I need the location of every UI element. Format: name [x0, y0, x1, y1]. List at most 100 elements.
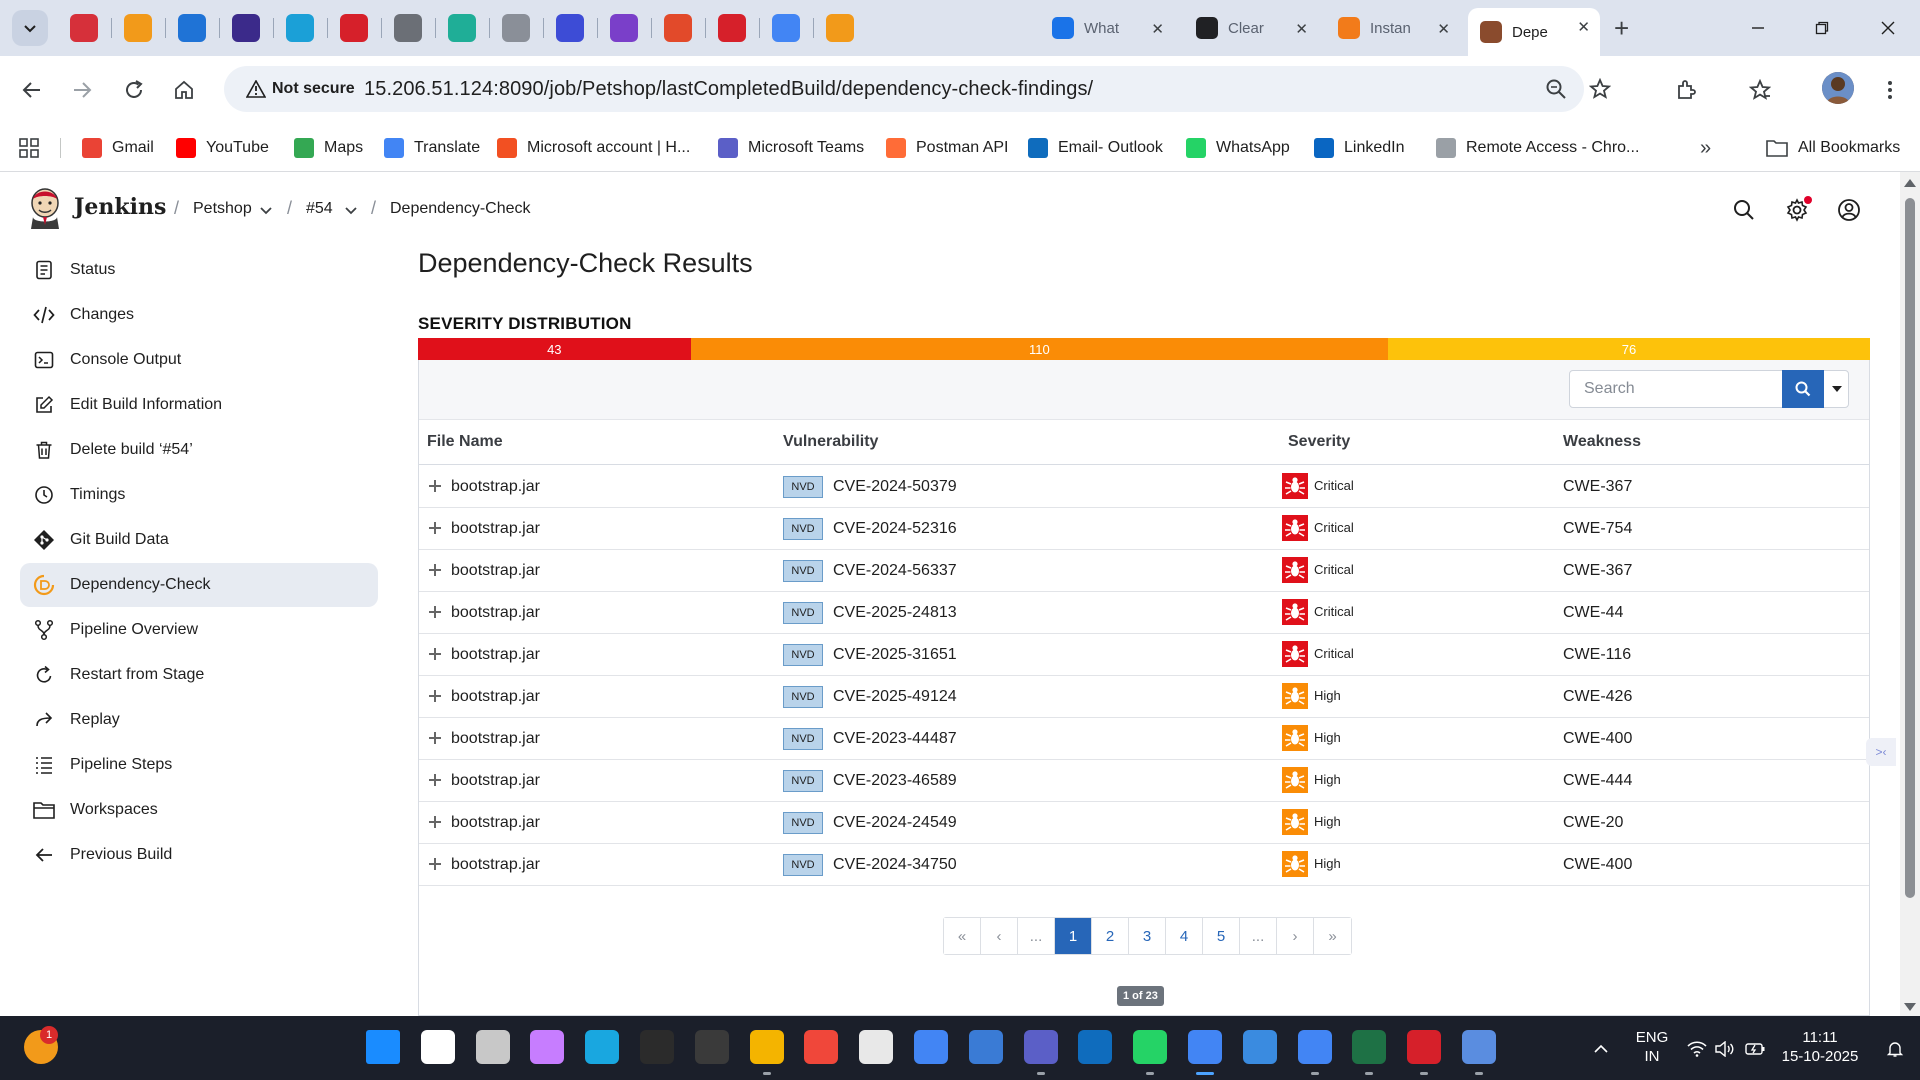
bookmark-item[interactable]: Maps — [294, 134, 363, 162]
weakness-cell[interactable]: CWE-20 — [1563, 814, 1623, 832]
pinned-tab[interactable] — [448, 14, 476, 42]
side-panel-handle-icon[interactable]: >‹ — [1866, 738, 1896, 766]
cve-link[interactable]: CVE-2023-46589 — [833, 772, 957, 790]
taskbar-app-icon[interactable] — [1352, 1030, 1387, 1064]
all-bookmarks-button[interactable]: All Bookmarks — [1766, 134, 1900, 162]
cve-link[interactable]: CVE-2025-24813 — [833, 604, 957, 622]
bookmark-item[interactable]: WhatsApp — [1186, 134, 1290, 162]
browser-tab[interactable]: What ✕ — [1040, 10, 1174, 46]
sidebar-item-workspaces[interactable]: Workspaces — [20, 788, 378, 832]
pinned-tab[interactable] — [340, 14, 368, 42]
search-icon[interactable] — [1730, 196, 1758, 224]
sidebar-item-pipeline-steps[interactable]: Pipeline Steps — [20, 743, 378, 787]
taskbar-app-icon[interactable] — [804, 1030, 839, 1064]
pinned-tab[interactable] — [124, 14, 152, 42]
table-row[interactable]: bootstrap.jar NVD CVE-2025-24813 Critical CW… — [419, 592, 1869, 634]
scrollbar-thumb[interactable] — [1905, 198, 1915, 898]
restore-button[interactable] — [1808, 14, 1836, 42]
page-button-1[interactable]: 1 — [1055, 918, 1092, 954]
sidebar-item-dependency-check[interactable]: Dependency-Check — [20, 563, 378, 607]
site-info-chip[interactable]: Not secure — [236, 73, 365, 105]
address-bar[interactable]: Not secure 15.206.51.124:8090/job/Petsho… — [224, 66, 1611, 112]
page-button-4[interactable]: 4 — [1166, 918, 1203, 954]
user-icon[interactable] — [1835, 196, 1863, 224]
close-tab-icon[interactable]: ✕ — [1437, 20, 1450, 38]
search-options-dropdown[interactable] — [1824, 371, 1849, 407]
pinned-tab[interactable] — [286, 14, 314, 42]
table-row[interactable]: bootstrap.jar NVD CVE-2025-49124 High CWE-42… — [419, 676, 1869, 718]
cve-link[interactable]: CVE-2025-31651 — [833, 646, 957, 664]
scroll-down-icon[interactable] — [1904, 1002, 1916, 1012]
sidebar-item-edit-build-information[interactable]: Edit Build Information — [20, 383, 378, 427]
bookmark-item[interactable]: Gmail — [82, 134, 154, 162]
page-nav-button[interactable]: « — [944, 918, 981, 954]
pinned-tab[interactable] — [610, 14, 638, 42]
taskbar-app-icon[interactable] — [1462, 1030, 1496, 1064]
pinned-tab[interactable] — [70, 14, 98, 42]
clock[interactable]: 11:11 15-10-2025 — [1780, 1028, 1860, 1066]
taskbar-app-icon[interactable] — [914, 1030, 948, 1064]
bookmark-item[interactable]: Microsoft Teams — [718, 134, 864, 162]
cve-link[interactable]: CVE-2024-52316 — [833, 520, 957, 538]
page-nav-button[interactable]: ... — [1240, 918, 1277, 954]
sidebar-item-status[interactable]: Status — [20, 248, 378, 292]
bookmark-item[interactable]: Email- Outlook — [1028, 134, 1163, 162]
table-row[interactable]: bootstrap.jar NVD CVE-2024-34750 High CWE-40… — [419, 844, 1869, 886]
chevron-up-icon[interactable] — [1590, 1038, 1612, 1060]
breadcrumb-build[interactable]: #54 — [306, 200, 333, 218]
taskbar-app-icon[interactable] — [1407, 1030, 1442, 1064]
home-button[interactable] — [168, 74, 200, 106]
jenkins-brand[interactable]: Jenkins — [74, 194, 166, 220]
chevron-down-icon[interactable] — [258, 202, 274, 218]
expand-icon[interactable] — [427, 814, 443, 830]
table-row[interactable]: bootstrap.jar NVD CVE-2024-52316 Critical CW… — [419, 508, 1869, 550]
expand-icon[interactable] — [427, 856, 443, 872]
new-tab-button[interactable]: + — [1614, 14, 1629, 42]
taskbar-app-icon[interactable] — [530, 1030, 565, 1064]
weakness-cell[interactable]: CWE-367 — [1563, 478, 1632, 496]
weakness-cell[interactable]: CWE-44 — [1563, 604, 1623, 622]
tab-search-button[interactable] — [12, 10, 48, 46]
expand-icon[interactable] — [427, 520, 443, 536]
pinned-tab[interactable] — [394, 14, 422, 42]
table-row[interactable]: bootstrap.jar NVD CVE-2024-56337 Critical CW… — [419, 550, 1869, 592]
page-button-3[interactable]: 3 — [1129, 918, 1166, 954]
table-row[interactable]: bootstrap.jar NVD CVE-2023-46589 High CWE-44… — [419, 760, 1869, 802]
pinned-tab[interactable] — [556, 14, 584, 42]
sidebar-item-delete-build[interactable]: Delete build ‘#54’ — [20, 428, 378, 472]
sidebar-item-restart-from-stage[interactable]: Restart from Stage — [20, 653, 378, 697]
minimize-button[interactable] — [1744, 14, 1772, 42]
sidebar-item-previous-build[interactable]: Previous Build — [20, 833, 378, 877]
url-text[interactable]: 15.206.51.124:8090/job/Petshop/lastCompl… — [364, 78, 1093, 101]
taskbar-app-icon[interactable] — [968, 1030, 1003, 1064]
weakness-cell[interactable]: CWE-444 — [1563, 772, 1632, 790]
page-nav-button[interactable]: › — [1277, 918, 1314, 954]
weakness-cell[interactable]: CWE-367 — [1563, 562, 1632, 580]
column-header-weakness[interactable]: Weakness — [1563, 433, 1641, 451]
scroll-up-icon[interactable] — [1904, 178, 1916, 188]
search-input[interactable] — [1570, 371, 1782, 407]
search-button[interactable] — [1782, 370, 1824, 408]
taskbar-app-icon[interactable] — [1078, 1030, 1113, 1064]
taskbar-app-icon[interactable] — [640, 1030, 674, 1064]
close-tab-icon[interactable]: ✕ — [1577, 18, 1590, 36]
expand-icon[interactable] — [427, 604, 443, 620]
jenkins-logo-icon[interactable] — [28, 187, 62, 229]
zoom-icon[interactable] — [1542, 75, 1570, 103]
page-button-5[interactable]: 5 — [1203, 918, 1240, 954]
cve-link[interactable]: CVE-2024-50379 — [833, 478, 957, 496]
pinned-tab[interactable] — [826, 14, 854, 42]
pinned-tab[interactable] — [232, 14, 260, 42]
sidebar-item-console-output[interactable]: Console Output — [20, 338, 378, 382]
table-row[interactable]: bootstrap.jar NVD CVE-2024-24549 High CWE-20 — [419, 802, 1869, 844]
bookmark-item[interactable]: Postman API — [886, 134, 1009, 162]
breadcrumb-dependency-check[interactable]: Dependency-Check — [390, 200, 531, 218]
expand-icon[interactable] — [427, 478, 443, 494]
more-bookmarks-icon[interactable]: » — [1700, 134, 1711, 162]
cve-link[interactable]: CVE-2024-56337 — [833, 562, 957, 580]
expand-icon[interactable] — [427, 772, 443, 788]
pinned-tab[interactable] — [178, 14, 206, 42]
taskbar-app-icon[interactable] — [859, 1030, 894, 1064]
bookmark-item[interactable]: LinkedIn — [1314, 134, 1405, 162]
weakness-cell[interactable]: CWE-400 — [1563, 730, 1632, 748]
